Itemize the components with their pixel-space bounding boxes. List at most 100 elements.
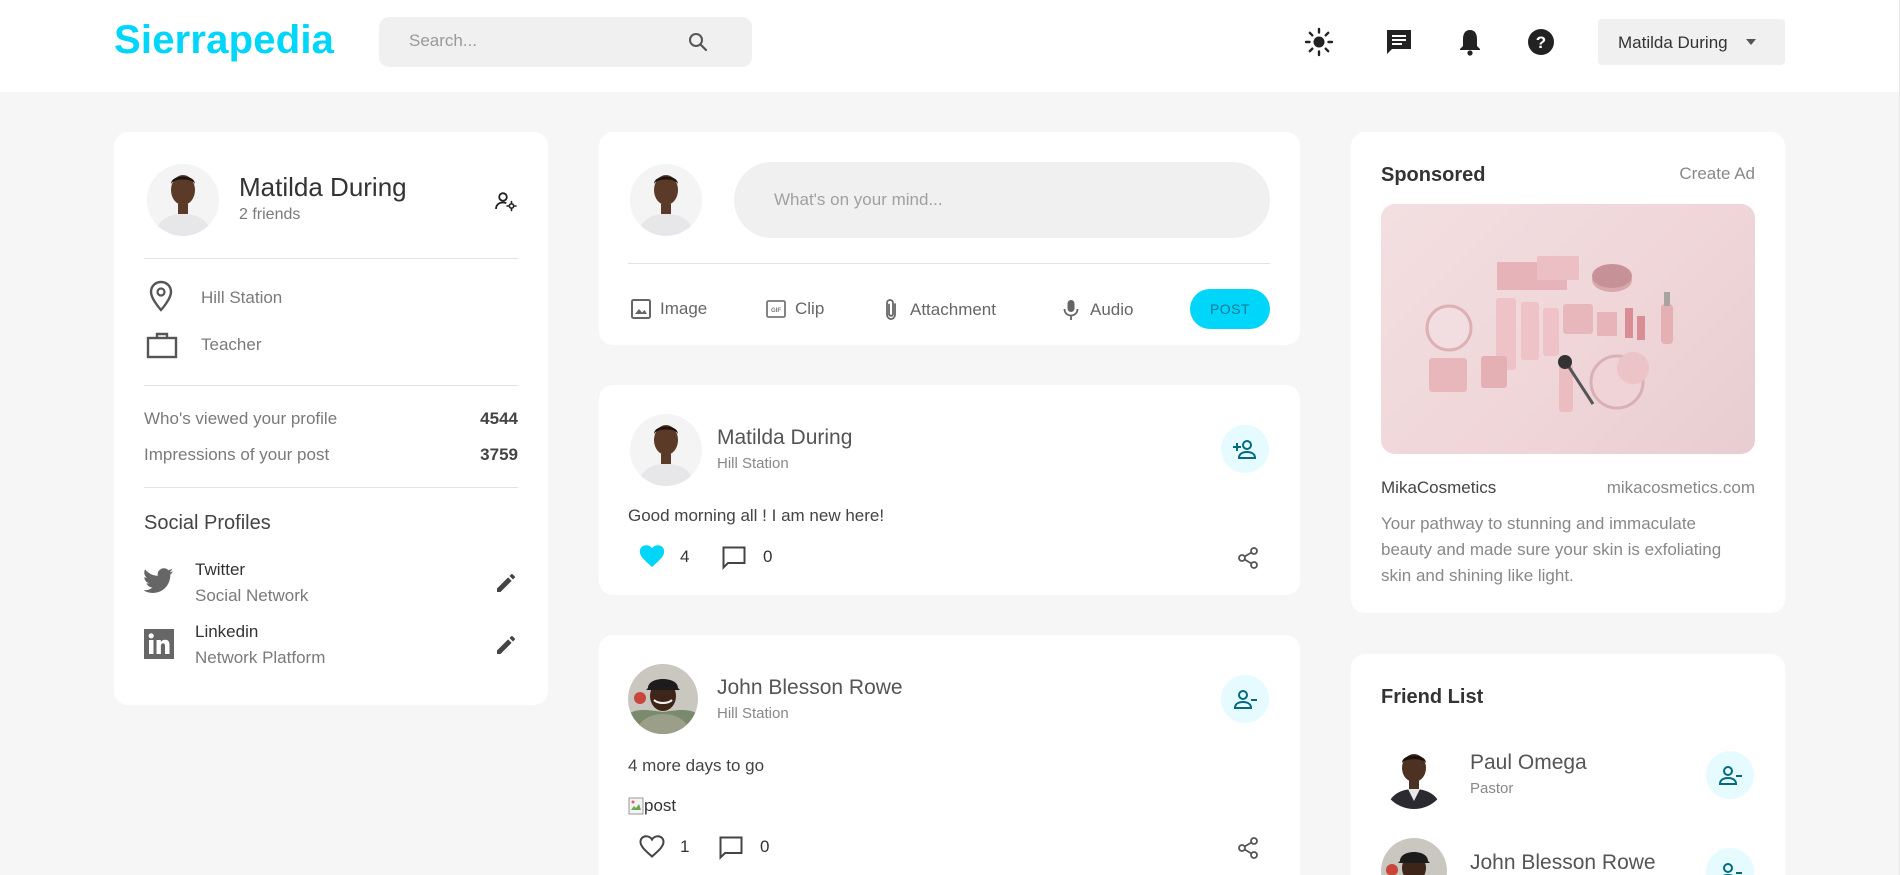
social-twitter-name[interactable]: Twitter <box>195 560 245 580</box>
mic-icon <box>1063 300 1079 320</box>
post-card <box>599 635 1300 875</box>
share-icon[interactable] <box>1236 836 1260 860</box>
remove-friend-button[interactable] <box>1221 675 1269 723</box>
sponsor-brand[interactable]: MikaCosmetics <box>1381 478 1496 498</box>
composer-attachment-button[interactable]: Attachment <box>880 298 996 322</box>
profile-divider <box>144 487 518 488</box>
sponsored-title: Sponsored <box>1381 164 1486 186</box>
sponsored-ad-image[interactable] <box>1381 204 1755 454</box>
stat-value-impressions: 3759 <box>480 445 518 464</box>
messages-button[interactable] <box>1383 26 1415 58</box>
friend-name[interactable]: John Blesson Rowe <box>1470 851 1656 875</box>
twitter-icon <box>144 568 173 593</box>
post-author-avatar[interactable] <box>628 664 698 734</box>
search-icon[interactable] <box>686 30 710 54</box>
composer-clip-button[interactable]: GIF Clip <box>765 298 824 320</box>
search-input[interactable] <box>409 31 669 51</box>
composer-attachment-label: Attachment <box>910 300 996 319</box>
friend-list-title: Friend List <box>1381 686 1484 708</box>
logo[interactable]: Sierrapedia <box>114 18 334 63</box>
composer-image-button[interactable]: Image <box>630 298 707 320</box>
svg-text:?: ? <box>1536 33 1546 52</box>
post-composer-input[interactable] <box>734 162 1270 238</box>
profile-avatar[interactable] <box>147 164 219 236</box>
composer-audio-button[interactable]: Audio <box>1060 298 1133 322</box>
chat-icon <box>1387 30 1411 54</box>
social-twitter-type: Social Network <box>195 586 309 605</box>
create-ad-link[interactable]: Create Ad <box>1645 164 1755 184</box>
sponsor-description-line: Your pathway to stunning and immaculate <box>1381 514 1697 533</box>
sponsor-description-line: skin and shining like light. <box>1381 566 1574 585</box>
caret-down-icon <box>1746 39 1756 45</box>
heart-icon[interactable] <box>639 835 665 859</box>
user-menu-label: Matilda During <box>1618 33 1728 52</box>
heart-icon[interactable] <box>639 545 665 569</box>
cosmetics-product-image <box>1425 256 1673 412</box>
sponsor-description-line: beauty and made sure your skin is exfoli… <box>1381 540 1722 559</box>
svg-text:GIF: GIF <box>771 308 781 314</box>
comment-icon[interactable] <box>721 545 747 571</box>
like-count: 1 <box>680 837 690 856</box>
post-image-alt: post <box>644 796 677 815</box>
add-friend-icon <box>1233 440 1257 459</box>
avatar-image <box>630 164 702 236</box>
avatar-image <box>628 664 698 734</box>
avatar-image <box>630 414 702 486</box>
stat-value-profile-views: 4544 <box>480 409 518 428</box>
remove-friend-button[interactable] <box>1706 751 1754 799</box>
post-author-name[interactable]: John Blesson Rowe <box>717 676 903 700</box>
theme-toggle-button[interactable] <box>1303 26 1335 58</box>
help-button[interactable]: ? <box>1525 26 1557 58</box>
profile-occupation: Teacher <box>201 335 262 354</box>
post-author-location: Hill Station <box>717 455 789 472</box>
social-linkedin-type: Network Platform <box>195 648 326 667</box>
stat-label-profile-views: Who's viewed your profile <box>144 409 338 428</box>
post-image[interactable]: post <box>628 796 676 816</box>
profile-location: Hill Station <box>201 288 283 307</box>
profile-name[interactable]: Matilda During <box>239 172 407 203</box>
location-pin-icon <box>149 280 173 312</box>
post-author-name[interactable]: Matilda During <box>717 426 852 450</box>
search-box <box>379 17 752 67</box>
social-profiles-title: Social Profiles <box>144 512 271 534</box>
help-icon: ? <box>1528 29 1554 55</box>
image-icon <box>631 299 651 319</box>
attachment-icon <box>886 299 896 320</box>
post-button[interactable]: POST <box>1190 289 1270 329</box>
avatar-image <box>1381 743 1447 809</box>
post-author-avatar[interactable] <box>630 414 702 486</box>
notifications-button[interactable] <box>1454 26 1486 58</box>
user-menu-select[interactable]: Matilda During <box>1598 19 1785 65</box>
remove-friend-icon <box>1722 863 1742 875</box>
friend-avatar[interactable] <box>1381 743 1447 809</box>
composer-audio-label: Audio <box>1090 300 1134 319</box>
briefcase-icon <box>146 332 178 359</box>
profile-friends-count: 2 friends <box>239 206 301 223</box>
composer-clip-label: Clip <box>795 299 825 318</box>
edit-icon[interactable] <box>494 571 518 595</box>
profile-divider <box>144 385 518 386</box>
remove-friend-icon <box>1718 766 1742 785</box>
sun-icon <box>1304 27 1334 57</box>
add-friend-button[interactable] <box>1221 425 1269 473</box>
bell-icon <box>1460 30 1480 56</box>
navbar: Sierrapedia ? <box>0 0 1900 92</box>
comment-icon[interactable] <box>718 835 744 861</box>
stat-label-impressions: Impressions of your post <box>144 445 330 464</box>
manage-accounts-icon[interactable] <box>494 189 518 213</box>
gif-icon: GIF <box>766 300 786 318</box>
like-count: 4 <box>680 547 690 566</box>
composer-divider <box>628 263 1270 264</box>
post-text: Good morning all ! I am new here! <box>628 506 885 525</box>
edit-icon[interactable] <box>494 633 518 657</box>
avatar-image <box>147 164 219 236</box>
post-card <box>599 385 1300 595</box>
share-icon[interactable] <box>1236 546 1260 570</box>
comment-count: 0 <box>760 837 770 856</box>
social-linkedin-name[interactable]: Linkedin <box>195 622 258 642</box>
post-text: 4 more days to go <box>628 756 765 775</box>
sponsor-url[interactable]: mikacosmetics.com <box>1560 478 1755 498</box>
composer-avatar <box>630 164 702 236</box>
profile-divider <box>144 258 518 259</box>
friend-name[interactable]: Paul Omega <box>1470 751 1587 775</box>
